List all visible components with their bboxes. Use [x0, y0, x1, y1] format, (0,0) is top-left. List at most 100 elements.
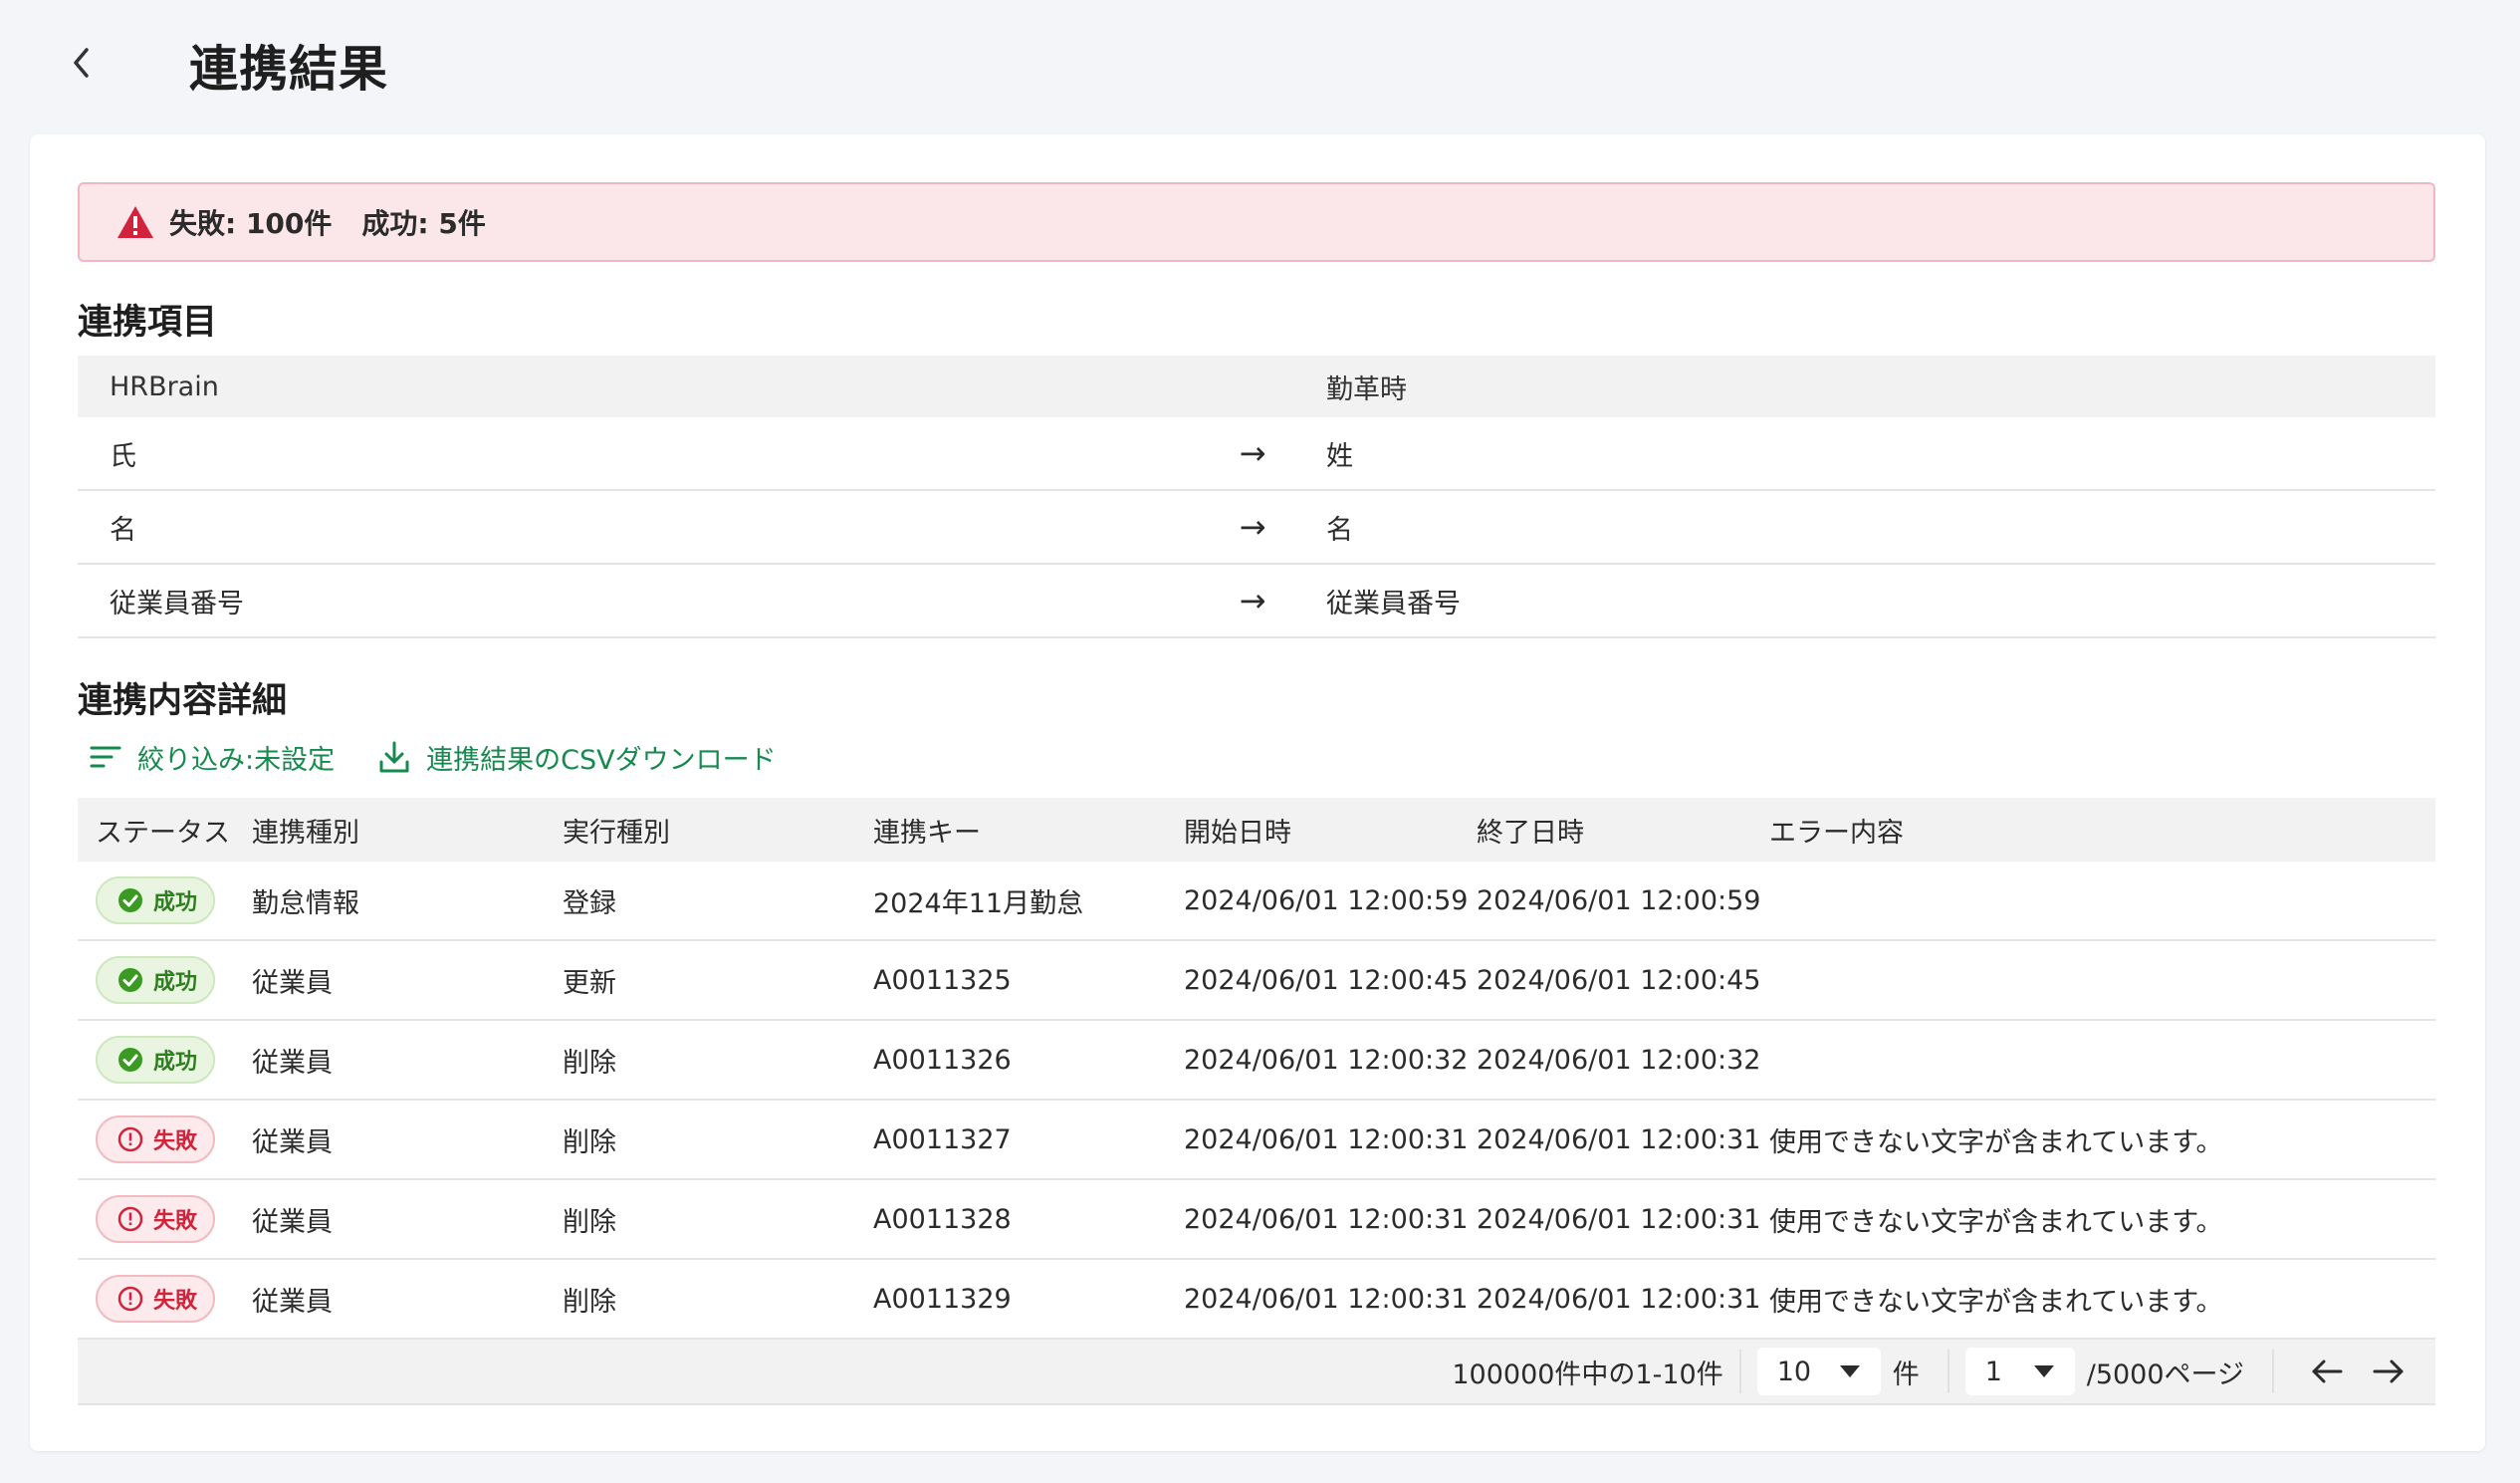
- table-row[interactable]: 失敗 従業員 削除 A0011328 2024/06/01 12:00:31 2…: [78, 1180, 2435, 1260]
- cell-exec: 削除: [563, 1286, 616, 1318]
- cell-start: 2024/06/01 12:00:31: [1184, 1123, 1469, 1155]
- table-row[interactable]: 成功 勤怠情報 登録 2024年11月勤怠 2024/06/01 12:00:5…: [78, 862, 2435, 941]
- details-toolbar: 絞り込み:未設定 連携結果のCSVダウンロード: [90, 732, 777, 782]
- table-row[interactable]: 成功 従業員 更新 A0011325 2024/06/01 12:00:45 2…: [78, 941, 2435, 1021]
- success-count: 成功: 5件: [361, 207, 486, 240]
- alert-circle-icon: [117, 1206, 143, 1232]
- per-page-select[interactable]: 10: [1756, 1348, 1881, 1395]
- mapping-target: 姓: [1326, 440, 1353, 472]
- cell-end: 2024/06/01 12:00:31: [1477, 1123, 1761, 1155]
- mapping-row: 氏 → 姓: [78, 417, 2435, 491]
- status-badge: 失敗: [96, 1195, 216, 1243]
- table-row[interactable]: 成功 従業員 削除 A0011326 2024/06/01 12:00:32 2…: [78, 1021, 2435, 1101]
- cell-key: 2024年11月勤怠: [873, 887, 1084, 919]
- check-circle-icon: [118, 888, 142, 912]
- column-header[interactable]: 実行種別: [563, 811, 873, 850]
- mapping-target: 従業員番号: [1326, 588, 1461, 619]
- cell-type: 従業員: [252, 1206, 333, 1238]
- divider: [1947, 1350, 1949, 1393]
- arrow-right-icon: →: [1239, 582, 1266, 619]
- back-button[interactable]: [62, 38, 102, 88]
- next-page-button[interactable]: [2364, 1348, 2413, 1395]
- column-header[interactable]: 開始日時: [1184, 811, 1477, 850]
- details-section-title: 連携内容詳細: [78, 681, 288, 721]
- download-icon: [379, 741, 409, 773]
- mapping-source: 従業員番号: [110, 588, 244, 619]
- page-title: 連携結果: [189, 41, 389, 98]
- table-row[interactable]: 失敗 従業員 削除 A0011329 2024/06/01 12:00:31 2…: [78, 1260, 2435, 1340]
- cell-start: 2024/06/01 12:00:32: [1184, 1044, 1469, 1076]
- mapping-target-header: 勤革時: [1326, 373, 1407, 405]
- pagination-bar: 100000件中の1-10件 10 件 1 /5000ページ: [78, 1340, 2435, 1405]
- arrow-right-icon: →: [1239, 508, 1266, 546]
- cell-key: A0011325: [873, 964, 1012, 996]
- cell-error: 使用できない文字が含まれています。: [1769, 1126, 2223, 1158]
- column-header[interactable]: ステータス: [78, 811, 252, 850]
- mapping-row: 名 → 名: [78, 491, 2435, 565]
- mapping-table-header: HRBrain 勤革時: [78, 356, 2435, 417]
- cell-key: A0011326: [873, 1044, 1012, 1076]
- arrow-right-icon: [2373, 1359, 2404, 1383]
- per-page-unit: 件: [1892, 1359, 1920, 1390]
- cell-type: 従業員: [252, 967, 333, 999]
- divider: [1738, 1350, 1741, 1393]
- page-total: /5000ページ: [2086, 1359, 2244, 1390]
- mapping-table: HRBrain 勤革時 氏 → 姓 名 → 名 従業員番号 → 従業員番号: [78, 356, 2435, 638]
- cell-start: 2024/06/01 12:00:59: [1184, 884, 1469, 916]
- mapping-target: 名: [1326, 514, 1353, 546]
- cell-error: 使用できない文字が含まれています。: [1769, 1206, 2223, 1238]
- cell-exec: 登録: [563, 887, 616, 919]
- cell-end: 2024/06/01 12:00:31: [1477, 1203, 1761, 1235]
- status-badge: 成功: [96, 1036, 216, 1084]
- csv-download-button[interactable]: 連携結果のCSVダウンロード: [378, 738, 777, 777]
- cell-end: 2024/06/01 12:00:32: [1477, 1044, 1761, 1076]
- csv-download-label: 連携結果のCSVダウンロード: [426, 744, 777, 776]
- table-row[interactable]: 失敗 従業員 削除 A0011327 2024/06/01 12:00:31 2…: [78, 1101, 2435, 1180]
- cell-end: 2024/06/01 12:00:45: [1477, 964, 1761, 996]
- cell-key: A0011328: [873, 1203, 1012, 1235]
- cell-key: A0011327: [873, 1123, 1012, 1155]
- column-header[interactable]: 連携キー: [873, 811, 1184, 850]
- prev-page-button[interactable]: [2302, 1348, 2352, 1395]
- cell-start: 2024/06/01 12:00:31: [1184, 1283, 1469, 1315]
- page-select[interactable]: 1: [1964, 1348, 2075, 1395]
- result-card: 失敗: 100件 成功: 5件 連携項目 HRBrain 勤革時 氏 → 姓 名…: [30, 134, 2485, 1451]
- divider: [2272, 1350, 2274, 1393]
- cell-exec: 更新: [563, 967, 616, 999]
- cell-exec: 削除: [563, 1126, 616, 1158]
- cell-end: 2024/06/01 12:00:31: [1477, 1283, 1761, 1315]
- alert-circle-icon: [117, 1286, 143, 1312]
- cell-type: 勤怠情報: [252, 887, 359, 919]
- status-badge: 成功: [96, 956, 216, 1004]
- results-table: ステータス 連携種別 実行種別 連携キー 開始日時 終了日時 エラー内容 成功 …: [78, 798, 2435, 1405]
- status-badge: 成功: [96, 876, 216, 924]
- mapping-section-title: 連携項目: [78, 303, 218, 343]
- warning-icon: [117, 206, 153, 238]
- check-circle-icon: [118, 1048, 142, 1072]
- results-table-header: ステータス 連携種別 実行種別 連携キー 開始日時 終了日時 エラー内容: [78, 798, 2435, 862]
- cell-key: A0011329: [873, 1283, 1012, 1315]
- cell-start: 2024/06/01 12:00:45: [1184, 964, 1469, 996]
- check-circle-icon: [118, 968, 142, 992]
- status-badge: 失敗: [96, 1115, 216, 1163]
- cell-start: 2024/06/01 12:00:31: [1184, 1203, 1469, 1235]
- caret-down-icon: [1839, 1365, 1860, 1377]
- column-header[interactable]: 終了日時: [1477, 811, 1769, 850]
- alert-circle-icon: [117, 1126, 143, 1152]
- cell-type: 従業員: [252, 1126, 333, 1158]
- column-header[interactable]: 連携種別: [252, 811, 563, 850]
- caret-down-icon: [2033, 1365, 2054, 1377]
- chevron-left-icon: [74, 48, 89, 78]
- failure-count: 失敗: 100件: [169, 207, 333, 240]
- mapping-source-header: HRBrain: [110, 371, 219, 402]
- pagination-range: 100000件中の1-10件: [1452, 1359, 1723, 1390]
- filter-icon: [90, 746, 121, 768]
- filter-label: 絞り込み:未設定: [137, 744, 336, 776]
- cell-exec: 削除: [563, 1206, 616, 1238]
- cell-type: 従業員: [252, 1286, 333, 1318]
- cell-type: 従業員: [252, 1047, 333, 1079]
- column-header[interactable]: エラー内容: [1769, 811, 2435, 850]
- status-badge: 失敗: [96, 1275, 216, 1323]
- filter-button[interactable]: 絞り込み:未設定: [90, 738, 335, 777]
- arrow-left-icon: [2312, 1359, 2343, 1383]
